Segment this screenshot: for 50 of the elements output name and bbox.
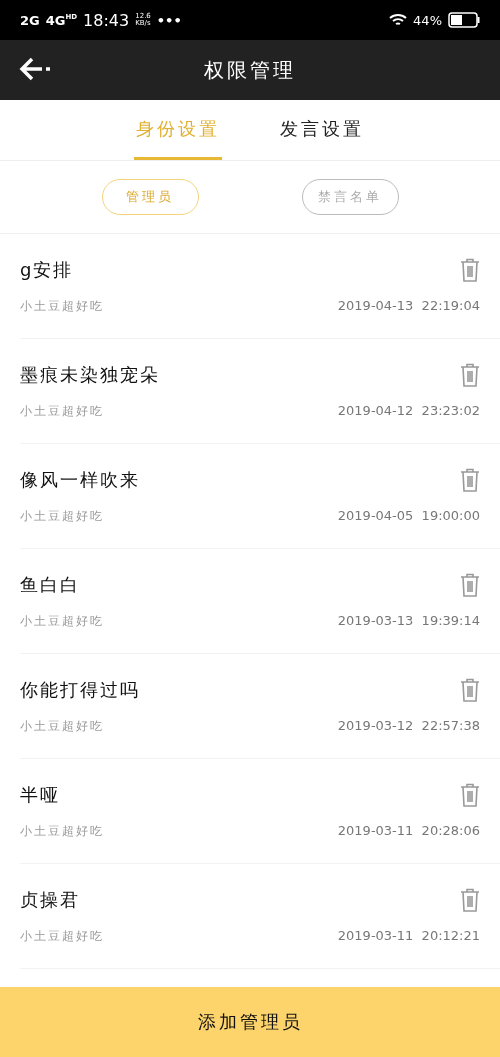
clock: 18:43 (83, 10, 130, 30)
member-name: g安排 (20, 257, 75, 282)
added-by: 小土豆超好吃 (20, 297, 105, 315)
member-name: 墨痕未染独宠朵 (20, 362, 161, 387)
added-by: 小土豆超好吃 (20, 402, 105, 420)
added-time: 2019-04-05 19:00:00 (337, 507, 480, 525)
delete-button[interactable] (460, 467, 480, 492)
add-admin-button[interactable]: 添加管理员 (0, 987, 500, 1057)
trash-icon (460, 887, 480, 912)
member-name: 贞操君 (20, 887, 81, 912)
trash-icon (460, 782, 480, 807)
tab[interactable]: 发言设置 (278, 100, 366, 160)
added-by: 小土豆超好吃 (20, 507, 105, 525)
network-label: 4G$^{HD}$ (45, 12, 78, 28)
delete-button[interactable] (460, 782, 480, 807)
member-name: 半哑 (20, 782, 61, 807)
added-time: 2019-04-12 23:23:02 (337, 402, 480, 420)
added-time: 2019-03-11 20:12:21 (337, 927, 480, 945)
member-name: 你能打得过吗 (20, 677, 141, 702)
added-by: 小土豆超好吃 (20, 927, 105, 945)
added-by: 小土豆超好吃 (20, 717, 105, 735)
trash-icon (460, 362, 480, 387)
network-label: 2G (20, 12, 40, 28)
member-name: 鱼白白 (20, 572, 81, 597)
filter-chip[interactable]: 禁言名单 (301, 179, 399, 215)
back-arrow-icon (18, 56, 52, 82)
more-indicator: ••• (156, 12, 182, 28)
added-by: 小土豆超好吃 (20, 822, 105, 840)
wifi-icon (389, 13, 408, 27)
tab[interactable]: 身份设置 (134, 100, 222, 160)
battery-percent: 44% (413, 12, 442, 28)
back-button[interactable] (18, 56, 52, 82)
added-time: 2019-03-12 22:57:38 (337, 717, 480, 735)
delete-button[interactable] (460, 362, 480, 387)
delete-button[interactable] (460, 887, 480, 912)
added-time: 2019-03-13 19:39:14 (337, 612, 480, 630)
delete-button[interactable] (460, 257, 480, 282)
trash-icon (460, 572, 480, 597)
page-title: 权限管理 (204, 56, 296, 84)
trash-icon (460, 257, 480, 282)
member-name: 像风一样吹来 (20, 467, 141, 492)
filter-chip[interactable]: 管理员 (101, 179, 199, 215)
trash-icon (460, 467, 480, 492)
delete-button[interactable] (460, 677, 480, 702)
delete-button[interactable] (460, 572, 480, 597)
battery-icon (448, 12, 480, 28)
added-time: 2019-03-11 20:28:06 (337, 822, 480, 840)
added-time: 2019-04-13 22:19:04 (337, 297, 480, 315)
added-by: 小土豆超好吃 (20, 612, 105, 630)
trash-icon (460, 677, 480, 702)
